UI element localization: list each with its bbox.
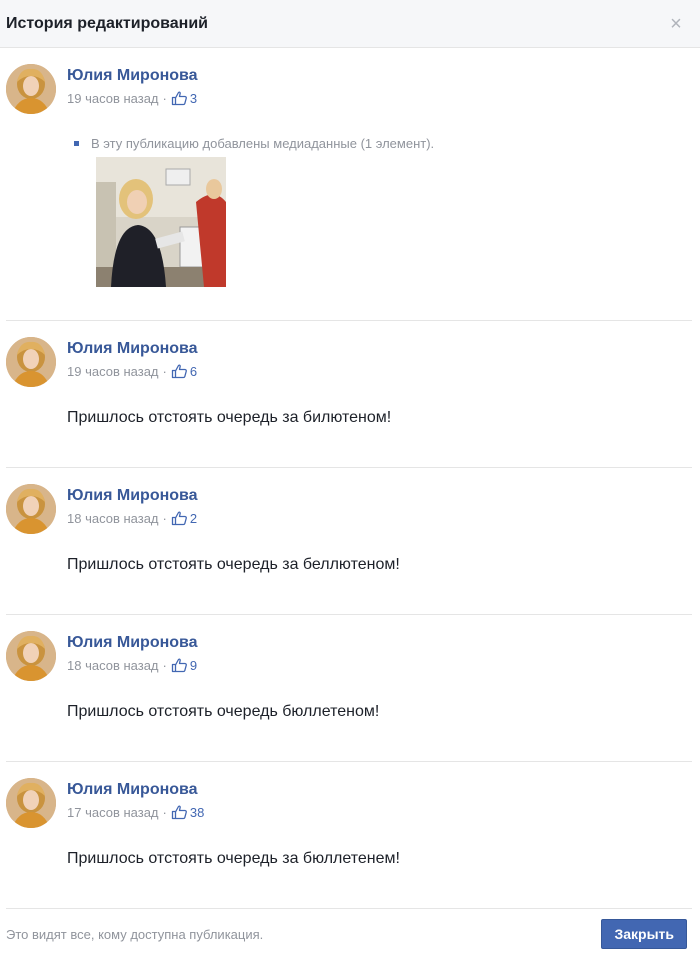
media-added-note: В эту публикацию добавлены медиаданные (… bbox=[6, 114, 692, 151]
like-count[interactable]: 9 bbox=[190, 658, 197, 673]
revision-entry: Юлия Миронова 19 часов назад · 6 Пришлос… bbox=[6, 321, 692, 468]
avatar-image bbox=[6, 337, 56, 387]
revision-subline: 19 часов назад · 3 bbox=[67, 90, 198, 106]
revision-meta: Юлия Миронова 19 часов назад · 6 bbox=[67, 337, 198, 379]
avatar-image bbox=[6, 484, 56, 534]
close-button[interactable]: Закрыть bbox=[601, 919, 687, 949]
separator-dot: · bbox=[162, 510, 167, 526]
revision-subline: 19 часов назад · 6 bbox=[67, 363, 198, 379]
revision-entry: Юлия Миронова 18 часов назад · 9 Пришлос… bbox=[6, 615, 692, 762]
avatar-image bbox=[6, 64, 56, 114]
like-count[interactable]: 2 bbox=[190, 511, 197, 526]
revision-header: Юлия Миронова 18 часов назад · 9 bbox=[6, 631, 692, 681]
separator-dot: · bbox=[162, 804, 167, 820]
author-name[interactable]: Юлия Миронова bbox=[67, 487, 198, 505]
avatar[interactable] bbox=[6, 631, 56, 681]
photo-image bbox=[96, 157, 226, 287]
avatar[interactable] bbox=[6, 484, 56, 534]
timestamp[interactable]: 19 часов назад bbox=[67, 364, 159, 379]
edit-history-dialog: История редактирований × Юлия Миронова 1… bbox=[0, 0, 700, 963]
revision-meta: Юлия Миронова 18 часов назад · 9 bbox=[67, 631, 198, 673]
author-name[interactable]: Юлия Миронова bbox=[67, 634, 198, 652]
avatar-image bbox=[6, 631, 56, 681]
dialog-title: История редактирований bbox=[6, 14, 208, 32]
media-added-text: В эту публикацию добавлены медиаданные (… bbox=[91, 136, 435, 151]
revision-entry: Юлия Миронова 18 часов назад · 2 Пришлос… bbox=[6, 468, 692, 615]
timestamp[interactable]: 17 часов назад bbox=[67, 805, 159, 820]
revision-entry: Юлия Миронова 17 часов назад · 38 Пришло… bbox=[6, 762, 692, 909]
like-count[interactable]: 38 bbox=[190, 805, 204, 820]
timestamp[interactable]: 19 часов назад bbox=[67, 91, 159, 106]
thumbs-up-outline-icon bbox=[171, 511, 187, 526]
attached-photo[interactable] bbox=[96, 157, 226, 287]
post-text: Пришлось отстоять очередь за беллютеном! bbox=[67, 556, 400, 573]
revision-subline: 17 часов назад · 38 bbox=[67, 804, 204, 820]
thumbs-up-outline-icon bbox=[171, 658, 187, 673]
revision-entry: Юлия Миронова 19 часов назад · 3 В эту п… bbox=[6, 48, 692, 321]
post-text: Пришлось отстоять очередь за билютеном! bbox=[67, 409, 392, 426]
revision-meta: Юлия Миронова 17 часов назад · 38 bbox=[67, 778, 204, 820]
audience-note: Это видят все, кому доступна публикация. bbox=[6, 926, 264, 942]
thumbs-up-outline-icon bbox=[171, 364, 187, 379]
dialog-header: История редактирований × bbox=[0, 0, 700, 48]
avatar[interactable] bbox=[6, 778, 56, 828]
avatar-image bbox=[6, 778, 56, 828]
separator-dot: · bbox=[162, 363, 167, 379]
like-count[interactable]: 3 bbox=[190, 91, 197, 106]
thumbs-up-outline-icon bbox=[171, 805, 187, 820]
revision-header: Юлия Миронова 18 часов назад · 2 bbox=[6, 484, 692, 534]
separator-dot: · bbox=[162, 657, 167, 673]
avatar[interactable] bbox=[6, 337, 56, 387]
close-icon[interactable]: × bbox=[664, 12, 688, 36]
revision-header: Юлия Миронова 17 часов назад · 38 bbox=[6, 778, 692, 828]
revision-subline: 18 часов назад · 2 bbox=[67, 510, 198, 526]
separator-dot: · bbox=[162, 90, 167, 106]
author-name[interactable]: Юлия Миронова bbox=[67, 340, 198, 358]
revision-header: Юлия Миронова 19 часов назад · 6 bbox=[6, 337, 692, 387]
revision-meta: Юлия Миронова 18 часов назад · 2 bbox=[67, 484, 198, 526]
post-text: Пришлось отстоять очередь бюллетеном! bbox=[67, 703, 380, 720]
author-name[interactable]: Юлия Миронова bbox=[67, 781, 204, 799]
thumbs-up-outline-icon bbox=[171, 91, 187, 106]
author-name[interactable]: Юлия Миронова bbox=[67, 67, 198, 85]
timestamp[interactable]: 18 часов назад bbox=[67, 658, 159, 673]
like-count[interactable]: 6 bbox=[190, 364, 197, 379]
timestamp[interactable]: 18 часов назад bbox=[67, 511, 159, 526]
revision-meta: Юлия Миронова 19 часов назад · 3 bbox=[67, 64, 198, 106]
avatar[interactable] bbox=[6, 64, 56, 114]
revision-header: Юлия Миронова 19 часов назад · 3 bbox=[6, 64, 692, 114]
bullet-icon bbox=[74, 141, 79, 146]
dialog-footer: Это видят все, кому доступна публикация.… bbox=[0, 905, 700, 963]
revision-list: Юлия Миронова 19 часов назад · 3 В эту п… bbox=[0, 48, 700, 909]
revision-subline: 18 часов назад · 9 bbox=[67, 657, 198, 673]
post-text: Пришлось отстоять очередь за бюллетенем! bbox=[67, 850, 400, 867]
